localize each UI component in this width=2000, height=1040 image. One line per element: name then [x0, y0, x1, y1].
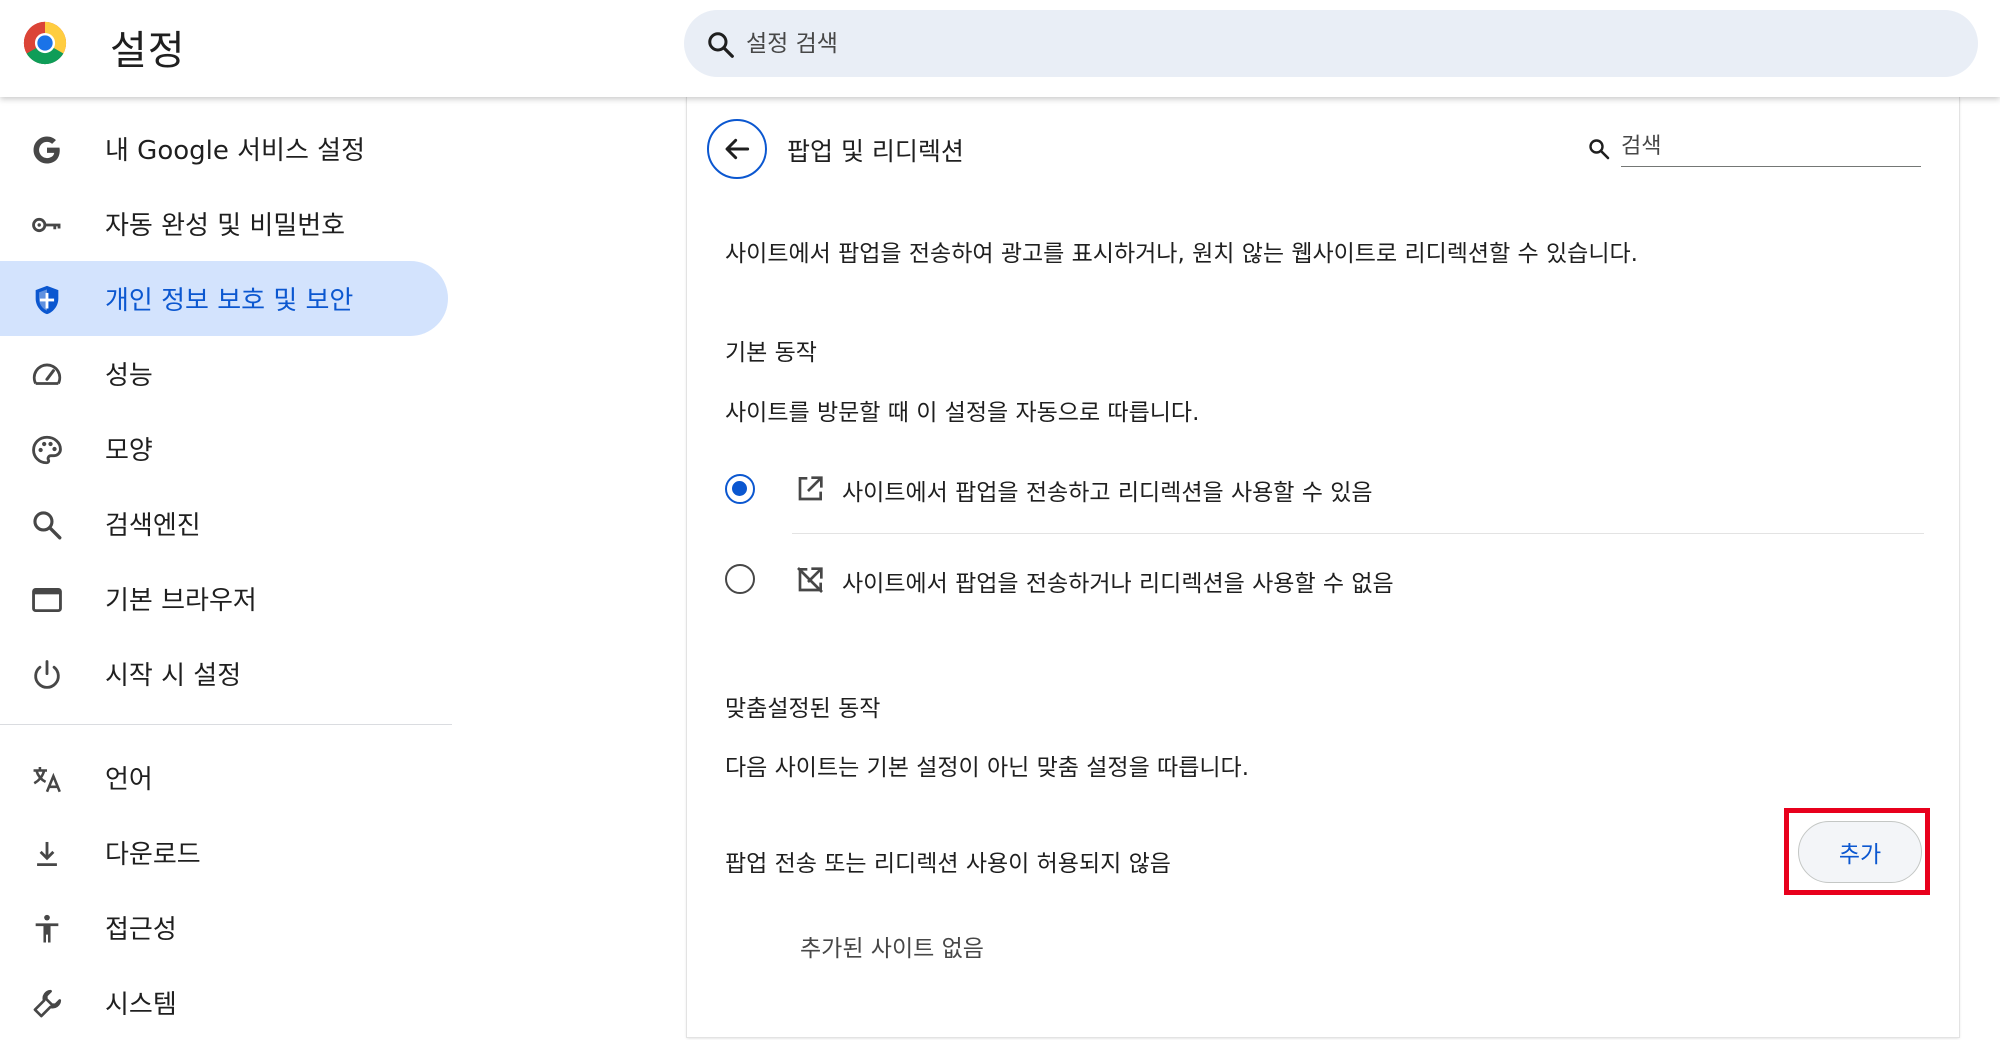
- sidebar-item-label: 자동 완성 및 비밀번호: [105, 211, 346, 241]
- sidebar-item-appearance[interactable]: 모양: [0, 411, 448, 486]
- page-search[interactable]: [1587, 127, 1921, 169]
- wrench-icon: [33, 989, 62, 1018]
- top-bar: 설정: [0, 0, 2000, 97]
- popups-redirects-panel: 팝업 및 리디렉션 사이트에서 팝업을 전송하여 광고를 표시하거나, 원치 않…: [687, 97, 1959, 1037]
- settings-search-input[interactable]: [746, 22, 1926, 65]
- palette-icon: [32, 435, 62, 465]
- page-description: 사이트에서 팝업을 전송하여 광고를 표시하거나, 원치 않는 웹사이트로 리디…: [725, 241, 1638, 267]
- custom-behavior-subtext: 다음 사이트는 기본 설정이 아닌 맞춤 설정을 따릅니다.: [725, 755, 1250, 781]
- sidebar-item-label: 기본 브라우저: [105, 586, 257, 616]
- sidebar-item-accessibility[interactable]: 접근성: [0, 890, 448, 965]
- google-g-icon: [33, 136, 60, 164]
- sidebar-item-label: 다운로드: [105, 840, 201, 870]
- translate-icon: [33, 766, 61, 793]
- search-icon: [708, 32, 734, 58]
- sidebar-item-autofill-passwords[interactable]: 자동 완성 및 비밀번호: [0, 186, 448, 261]
- sidebar-item-on-startup[interactable]: 시작 시 설정: [0, 636, 448, 711]
- page-search-input[interactable]: [1621, 127, 1921, 167]
- sidebar-item-system[interactable]: 시스템: [0, 965, 448, 1040]
- sidebar-item-search-engine[interactable]: 검색엔진: [0, 486, 448, 561]
- default-behavior-heading: 기본 동작: [725, 340, 817, 366]
- sidebar-item-label: 내 Google 서비스 설정: [105, 136, 365, 166]
- sidebar-item-label: 검색엔진: [105, 511, 201, 541]
- settings-search-bar[interactable]: [684, 10, 1978, 77]
- search-icon: [33, 511, 62, 540]
- browser-window-icon: [32, 587, 62, 613]
- blocked-popup-icon: [797, 567, 823, 593]
- accessibility-icon: [35, 914, 59, 943]
- sidebar: 내 Google 서비스 설정 자동 완성 및 비밀번호 개인 정보 보호 및 …: [0, 97, 460, 1020]
- sidebar-item-downloads[interactable]: 다운로드: [0, 815, 448, 890]
- back-button[interactable]: [707, 119, 767, 179]
- speedometer-icon: [32, 363, 62, 385]
- sidebar-item-label: 시스템: [105, 990, 177, 1020]
- default-behavior-subtext: 사이트를 방문할 때 이 설정을 자동으로 따릅니다.: [725, 400, 1200, 426]
- sidebar-item-label: 성능: [105, 361, 153, 391]
- radio-block-popups[interactable]: [725, 564, 755, 594]
- sidebar-item-label: 모양: [105, 436, 153, 466]
- arrow-back-icon: [725, 138, 750, 160]
- page-title: 팝업 및 리디렉션: [787, 137, 964, 166]
- blocked-sites-label: 팝업 전송 또는 리디렉션 사용이 허용되지 않음: [725, 851, 1171, 877]
- sidebar-item-label: 접근성: [105, 915, 177, 945]
- custom-behavior-heading: 맞춤설정된 동작: [725, 696, 881, 722]
- no-sites-label: 추가된 사이트 없음: [800, 936, 984, 962]
- sidebar-item-languages[interactable]: 언어: [0, 740, 448, 815]
- sidebar-item-privacy-security[interactable]: 개인 정보 보호 및 보안: [0, 261, 448, 336]
- open-in-new-icon: [798, 476, 823, 501]
- power-icon: [34, 660, 60, 689]
- key-icon: [32, 217, 61, 233]
- app-title: 설정: [110, 28, 186, 74]
- sidebar-item-label: 시작 시 설정: [105, 661, 242, 691]
- radio-allow-popups[interactable]: [725, 474, 755, 504]
- sidebar-item-default-browser[interactable]: 기본 브라우저: [0, 561, 448, 636]
- chrome-logo-icon: [23, 21, 67, 65]
- sidebar-item-label: 개인 정보 보호 및 보안: [105, 286, 354, 316]
- download-icon: [37, 841, 57, 867]
- add-site-button[interactable]: 추가: [1798, 821, 1922, 883]
- search-icon: [1589, 139, 1610, 160]
- option-block-label[interactable]: 사이트에서 팝업을 전송하거나 리디렉션을 사용할 수 없음: [842, 564, 1394, 598]
- sidebar-item-performance[interactable]: 성능: [0, 336, 448, 411]
- option-allow-label[interactable]: 사이트에서 팝업을 전송하고 리디렉션을 사용할 수 있음: [842, 473, 1373, 507]
- sidebar-divider: [0, 724, 452, 725]
- sidebar-item-google-services[interactable]: 내 Google 서비스 설정: [0, 111, 448, 186]
- shield-icon: [35, 285, 59, 315]
- sidebar-item-label: 언어: [105, 765, 153, 795]
- option-divider: [792, 533, 1924, 534]
